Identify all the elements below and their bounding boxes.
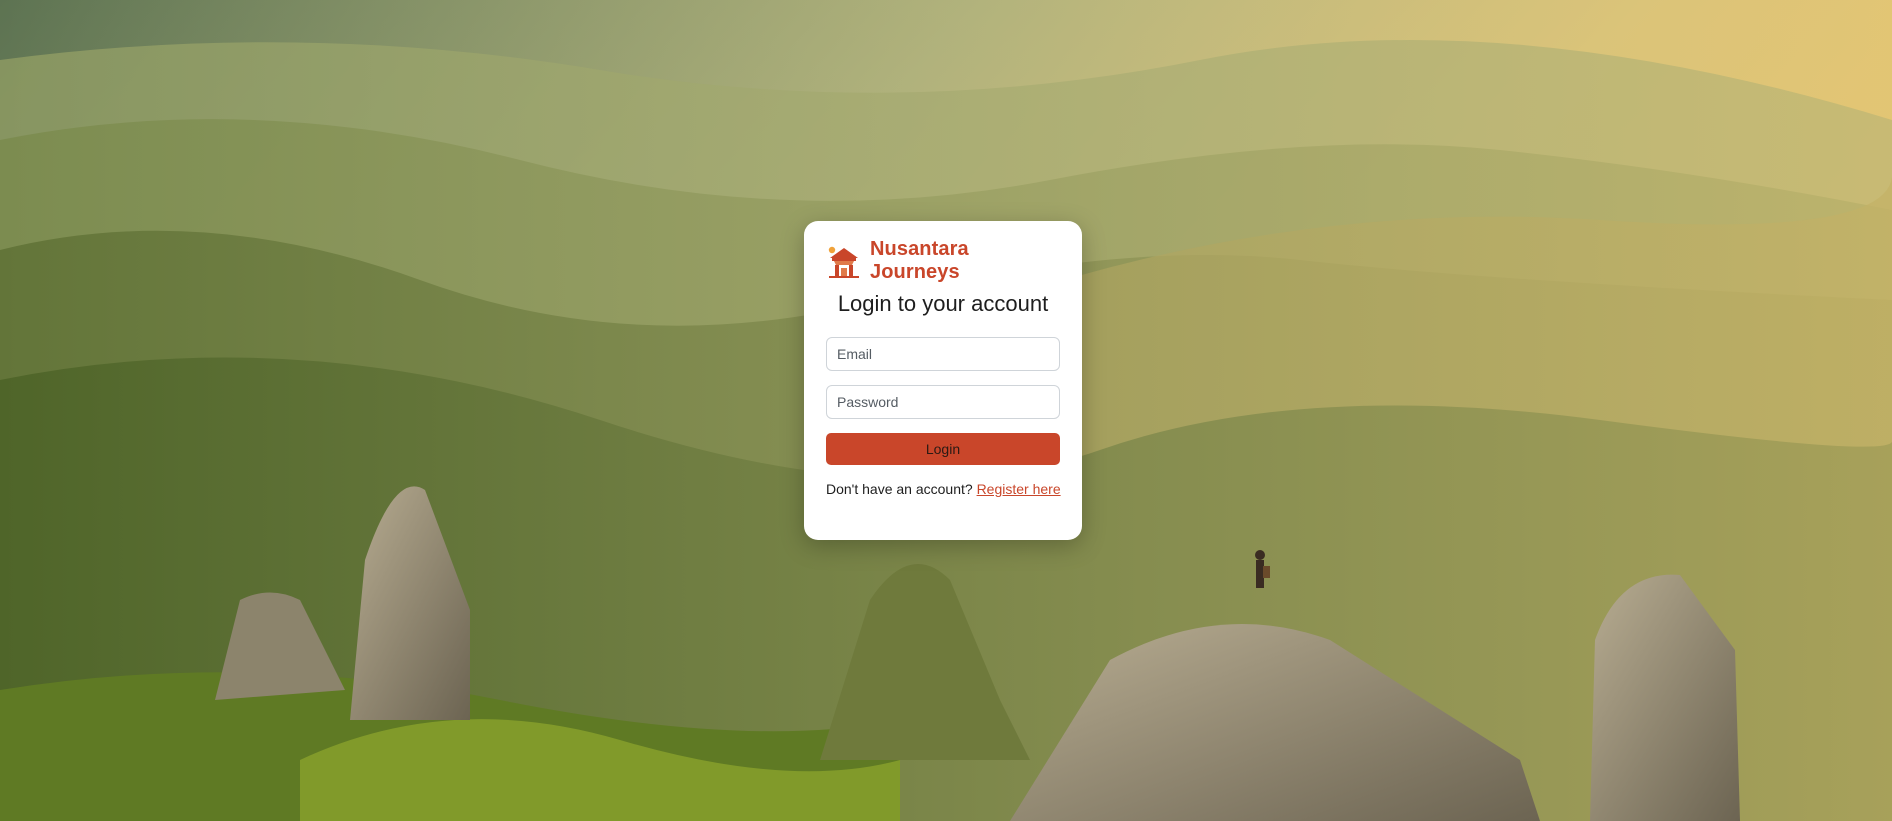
login-title: Login to your account — [837, 291, 1049, 316]
login-card: Nusantara Journeys Login to your account… — [804, 221, 1082, 540]
brand-header: Nusantara Journeys — [826, 238, 1060, 283]
email-input[interactable] — [826, 337, 1060, 371]
register-link[interactable]: Register here — [977, 481, 1061, 497]
temple-gate-icon — [826, 244, 862, 278]
login-page: Nusantara Journeys Login to your account… — [0, 0, 1892, 821]
register-prompt-text: Don't have an account? — [826, 481, 973, 497]
password-input[interactable] — [826, 385, 1060, 419]
register-prompt-line: Don't have an account? Register here — [826, 481, 1061, 497]
brand-name: Nusantara Journeys — [870, 238, 969, 283]
login-button[interactable]: Login — [826, 433, 1060, 465]
